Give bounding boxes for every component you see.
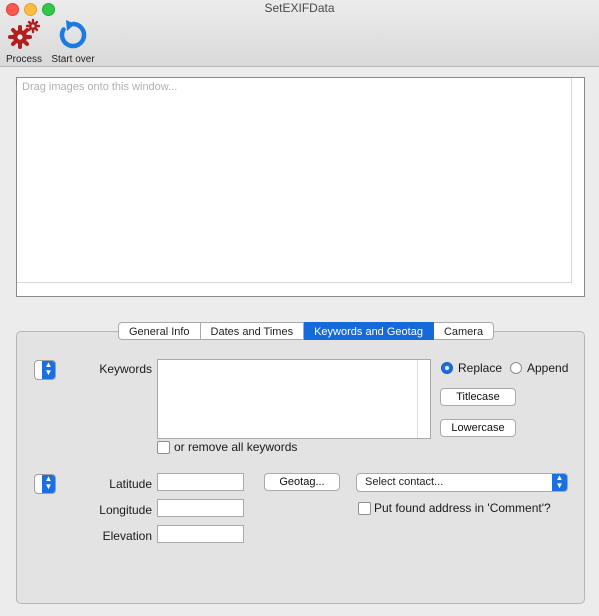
tab-general-info[interactable]: General Info	[118, 322, 201, 340]
lowercase-button[interactable]: Lowercase	[440, 419, 516, 437]
process-label: Process	[5, 54, 43, 65]
put-address-checkbox[interactable]	[358, 502, 371, 515]
geotag-button[interactable]: Geotag...	[264, 473, 340, 491]
put-address-label: Put found address in 'Comment'?	[374, 501, 551, 515]
titlecase-button[interactable]: Titlecase	[440, 388, 516, 406]
elevation-input[interactable]	[157, 525, 244, 543]
replace-radio[interactable]	[441, 362, 453, 374]
chevron-updown-icon: ▲ ▼	[552, 474, 567, 491]
tab-dates-and-times[interactable]: Dates and Times	[200, 322, 305, 340]
replace-label: Replace	[458, 361, 503, 375]
geotag-popup-button[interactable]: ▲ ▼	[34, 474, 56, 494]
chevron-updown-icon: ▲ ▼	[42, 475, 55, 493]
elevation-label: Elevation	[102, 529, 152, 543]
gear-icon	[8, 18, 41, 49]
tab-camera[interactable]: Camera	[433, 322, 495, 340]
longitude-label: Longitude	[99, 503, 152, 517]
start-over-label: Start over	[51, 54, 95, 65]
latitude-label: Latitude	[109, 477, 152, 491]
image-drop-area[interactable]: Drag images onto this window...	[16, 77, 585, 297]
process-button[interactable]: Process	[4, 18, 44, 65]
remove-all-keywords-checkbox[interactable]	[157, 441, 170, 454]
contact-select[interactable]: Select contact... ▲ ▼	[356, 473, 568, 492]
contact-select-value: Select contact...	[365, 476, 444, 488]
drop-area-inner	[17, 78, 572, 283]
refresh-icon	[59, 20, 87, 49]
remove-all-keywords-label: or remove all keywords	[174, 440, 298, 454]
drop-area-placeholder: Drag images onto this window...	[22, 81, 178, 93]
keywords-label: Keywords	[99, 362, 152, 376]
keywords-popup-button[interactable]: ▲ ▼	[34, 360, 56, 380]
keywords-scrollbar[interactable]	[417, 360, 430, 438]
window-title: SetEXIFData	[264, 1, 335, 15]
tab-keywords-and-geotag[interactable]: Keywords and Geotag	[304, 322, 434, 340]
append-radio[interactable]	[510, 362, 522, 374]
longitude-input[interactable]	[157, 499, 244, 517]
chevron-updown-icon: ▲ ▼	[42, 361, 55, 379]
latitude-input[interactable]	[157, 473, 244, 491]
keywords-textarea[interactable]	[157, 359, 431, 439]
tab-bar: General Info Dates and Times Keywords an…	[118, 322, 495, 340]
append-label: Append	[527, 361, 569, 375]
start-over-button[interactable]: Start over	[48, 18, 98, 65]
